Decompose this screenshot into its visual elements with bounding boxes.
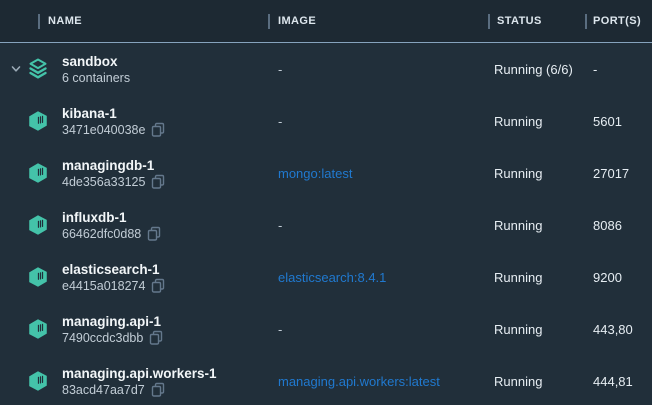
column-separator — [585, 14, 587, 29]
ports-text: 443,80 — [585, 322, 652, 337]
copy-icon[interactable] — [151, 382, 165, 397]
column-header-image[interactable]: IMAGE — [268, 14, 488, 29]
column-separator — [38, 14, 40, 29]
container-name: influxdb-1 — [62, 209, 161, 226]
container-name: kibana-1 — [62, 105, 165, 122]
container-id: 3471e040038e — [62, 122, 145, 138]
container-name: managingdb-1 — [62, 157, 165, 174]
container-id: 6 containers — [62, 70, 130, 86]
image-cell: - — [268, 322, 488, 337]
column-header-label: IMAGE — [278, 15, 316, 27]
ports-text: 9200 — [585, 270, 652, 285]
container-id: 66462dfc0d88 — [62, 226, 141, 242]
ports-text: 27017 — [585, 166, 652, 181]
table-body: sandbox 6 containers - Running (6/6) - — [0, 43, 652, 405]
column-header-name[interactable]: NAME — [0, 14, 268, 29]
container-id: 83acd47aa7d7 — [62, 382, 145, 398]
container-icon — [26, 212, 50, 238]
image-cell: - — [268, 114, 488, 129]
image-link[interactable]: elasticsearch:8.4.1 — [268, 270, 488, 285]
status-text: Running — [488, 374, 585, 389]
table-row[interactable]: sandbox 6 containers - Running (6/6) - — [0, 43, 652, 95]
container-list-panel: NAME IMAGE STATUS PORT(S) — [0, 0, 652, 405]
image-cell: - — [268, 218, 488, 233]
status-text: Running — [488, 114, 585, 129]
status-text: Running — [488, 322, 585, 337]
table-header: NAME IMAGE STATUS PORT(S) — [0, 0, 652, 43]
table-row[interactable]: elasticsearch-1 e4415a018274 elasticsear… — [0, 251, 652, 303]
column-separator — [488, 14, 490, 29]
container-name: sandbox — [62, 53, 130, 70]
table-row[interactable]: kibana-1 3471e040038e - Running 5601 — [0, 95, 652, 147]
name-cell: managing.api.workers-1 83acd47aa7d7 — [0, 365, 268, 398]
status-text: Running — [488, 270, 585, 285]
ports-text: 444,81 — [585, 374, 652, 389]
name-cell: influxdb-1 66462dfc0d88 — [0, 209, 268, 242]
status-text: Running (6/6) — [488, 62, 585, 77]
name-cell: managing.api-1 7490ccdc3dbb — [0, 313, 268, 346]
column-header-label: PORT(S) — [593, 15, 641, 27]
container-id: e4415a018274 — [62, 278, 145, 294]
container-name: elasticsearch-1 — [62, 261, 165, 278]
table-row[interactable]: managing.api-1 7490ccdc3dbb - Running 44… — [0, 303, 652, 355]
container-icon — [26, 316, 50, 342]
name-cell: sandbox 6 containers — [0, 53, 268, 86]
container-icon — [26, 160, 50, 186]
copy-icon[interactable] — [149, 330, 163, 345]
container-name: managing.api-1 — [62, 313, 163, 330]
image-link[interactable]: managing.api.workers:latest — [268, 374, 488, 389]
container-id: 4de356a33125 — [62, 174, 145, 190]
copy-icon[interactable] — [151, 174, 165, 189]
image-cell: - — [268, 62, 488, 77]
column-separator — [268, 14, 270, 29]
image-link[interactable]: mongo:latest — [268, 166, 488, 181]
stack-icon — [26, 57, 50, 81]
copy-icon[interactable] — [147, 226, 161, 241]
copy-icon[interactable] — [151, 278, 165, 293]
status-text: Running — [488, 166, 585, 181]
ports-text: - — [585, 62, 652, 77]
container-icon — [26, 368, 50, 394]
column-header-label: NAME — [48, 15, 82, 27]
name-cell: elasticsearch-1 e4415a018274 — [0, 261, 268, 294]
ports-text: 8086 — [585, 218, 652, 233]
chevron-down-icon[interactable] — [10, 63, 26, 75]
table-row[interactable]: influxdb-1 66462dfc0d88 - Running 8086 — [0, 199, 652, 251]
table-row[interactable]: managing.api.workers-1 83acd47aa7d7 mana… — [0, 355, 652, 405]
table-row[interactable]: managingdb-1 4de356a33125 mongo:latest R… — [0, 147, 652, 199]
container-id: 7490ccdc3dbb — [62, 330, 143, 346]
name-cell: managingdb-1 4de356a33125 — [0, 157, 268, 190]
container-icon — [26, 108, 50, 134]
container-icon — [26, 264, 50, 290]
name-cell: kibana-1 3471e040038e — [0, 105, 268, 138]
column-header-ports[interactable]: PORT(S) — [585, 14, 652, 29]
column-header-label: STATUS — [497, 15, 542, 27]
status-text: Running — [488, 218, 585, 233]
copy-icon[interactable] — [151, 122, 165, 137]
container-name: managing.api.workers-1 — [62, 365, 217, 382]
column-header-status[interactable]: STATUS — [488, 14, 585, 29]
ports-text: 5601 — [585, 114, 652, 129]
